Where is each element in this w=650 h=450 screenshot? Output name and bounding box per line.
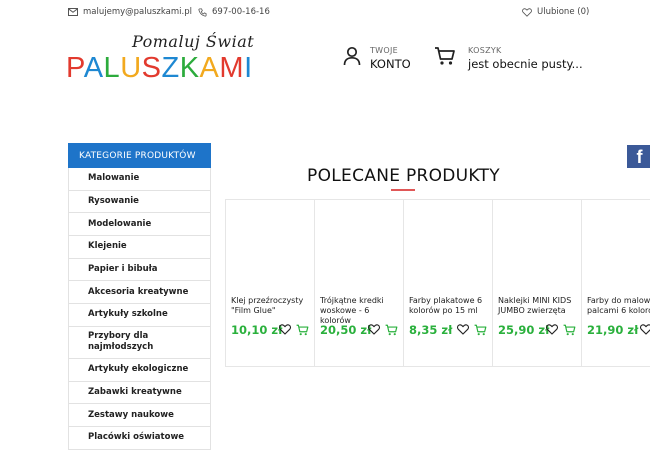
cart-value: jest obecnie pusty... (468, 57, 583, 71)
category-item-przybory[interactable]: Przybory dla najmłodszych (69, 327, 210, 359)
heart-icon[interactable] (368, 324, 380, 335)
logo-tagline: Pomaluj Świat (132, 32, 255, 51)
email-text: malujemy@paluszkami.pl (83, 7, 192, 17)
cart-link[interactable]: KOSZYK jest obecnie pusty... (434, 46, 583, 71)
category-item-zestawy[interactable]: Zestawy naukowe (69, 404, 210, 427)
phone-icon (198, 7, 207, 17)
heart-icon (522, 7, 532, 17)
favorites-link[interactable]: Ulubione (0) (522, 7, 589, 17)
logo-letter: L (103, 52, 121, 84)
product-name[interactable]: Naklejki MINI KIDS JUMBO zwierzęta (498, 296, 580, 316)
category-item-artykuly-szkolne[interactable]: Artykuły szkolne (69, 304, 210, 327)
cart-icon (435, 47, 455, 65)
logo-letter: I (244, 52, 253, 84)
favorites-text: Ulubione (0) (537, 7, 590, 17)
category-list: Malowanie Rysowanie Modelowanie Klejenie… (68, 168, 211, 450)
product-card[interactable]: Farby plakatowe 6 kolorów po 15 ml 8,35 … (404, 200, 493, 366)
heart-icon[interactable] (546, 324, 558, 335)
product-price: 10,10 zł (231, 323, 283, 337)
logo-letter: S (141, 52, 162, 84)
product-carousel: Klej przeźroczysty "Film Glue" 10,10 zł … (225, 199, 650, 367)
logo-letter: M (219, 52, 245, 84)
account-value: KONTO (370, 57, 411, 71)
phone-text: 697-00-16-16 (212, 7, 270, 17)
category-item-ekologiczne[interactable]: Artykuły ekologiczne (69, 359, 210, 382)
category-item-papier[interactable]: Papier i bibuła (69, 259, 210, 282)
product-name[interactable]: Klej przeźroczysty "Film Glue" (231, 296, 313, 316)
category-item-placowki[interactable]: Placówki oświatowe (69, 427, 210, 450)
logo-letter: A (199, 52, 220, 84)
product-price: 25,90 zł (498, 323, 550, 337)
heart-icon[interactable] (640, 324, 650, 335)
envelope-icon (68, 8, 78, 16)
heart-icon[interactable] (457, 324, 469, 335)
product-card[interactable]: Klej przeźroczysty "Film Glue" 10,10 zł (226, 200, 315, 366)
title-underline (391, 189, 415, 191)
facebook-icon: f (636, 147, 643, 167)
user-icon (343, 46, 361, 66)
product-card[interactable]: Farby do malowania palcami 6 kolorów 21,… (582, 200, 650, 366)
logo-letter: Z (161, 52, 180, 84)
product-card[interactable]: Trójkątne kredki woskowe - 6 kolorów 20,… (315, 200, 404, 366)
product-price: 8,35 zł (409, 323, 453, 337)
category-item-rysowanie[interactable]: Rysowanie (69, 191, 210, 214)
logo-letter: K (179, 52, 200, 84)
logo-wordmark: PALUSZKAMI (66, 52, 253, 85)
heart-icon[interactable] (279, 324, 291, 335)
product-name[interactable]: Farby do malowania palcami 6 kolorów (587, 296, 650, 316)
category-item-modelowanie[interactable]: Modelowanie (69, 213, 210, 237)
logo-letter: A (83, 52, 104, 84)
product-price: 20,50 zł (320, 323, 372, 337)
category-item-klejenie[interactable]: Klejenie (69, 236, 210, 259)
facebook-button[interactable]: f (627, 145, 650, 168)
site-logo[interactable]: Pomaluj Świat PALUSZKAMI (66, 32, 256, 84)
logo-letter: P (66, 52, 84, 84)
product-name[interactable]: Trójkątne kredki woskowe - 6 kolorów (320, 296, 402, 326)
product-name[interactable]: Farby plakatowe 6 kolorów po 15 ml (409, 296, 491, 316)
featured-title: POLECANE PRODUKTY (307, 166, 500, 186)
add-to-cart-icon[interactable] (474, 324, 487, 336)
email-link[interactable]: malujemy@paluszkami.pl (68, 7, 192, 17)
top-bar: malujemy@paluszkami.pl 697-00-16-16 Ulub… (0, 0, 650, 26)
add-to-cart-icon[interactable] (296, 324, 309, 336)
category-sidebar: KATEGORIE PRODUKTÓW Malowanie Rysowanie … (68, 143, 211, 450)
category-item-akcesoria[interactable]: Akcesoria kreatywne (69, 281, 210, 305)
add-to-cart-icon[interactable] (385, 324, 398, 336)
product-card[interactable]: Naklejki MINI KIDS JUMBO zwierzęta 25,90… (493, 200, 582, 366)
sidebar-title: KATEGORIE PRODUKTÓW (68, 143, 211, 168)
category-item-zabawki[interactable]: Zabawki kreatywne (69, 382, 210, 405)
cart-label: KOSZYK (468, 46, 502, 55)
add-to-cart-icon[interactable] (563, 324, 576, 336)
account-link[interactable]: TWOJE KONTO (342, 46, 411, 71)
category-item-malowanie[interactable]: Malowanie (69, 168, 210, 191)
phone-link[interactable]: 697-00-16-16 (198, 7, 270, 17)
account-label: TWOJE (370, 46, 399, 55)
product-price: 21,90 zł (587, 323, 639, 337)
logo-letter: U (120, 52, 142, 84)
